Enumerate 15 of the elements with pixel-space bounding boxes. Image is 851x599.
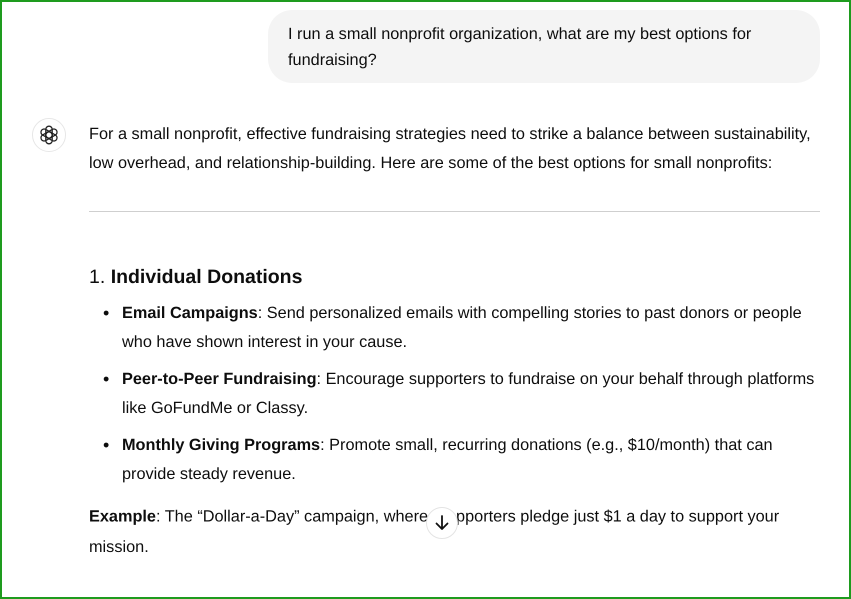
user-message-bubble: I run a small nonprofit organization, what are my best options for fundraising?: [268, 10, 820, 83]
bullet-marker: •: [103, 434, 110, 457]
scroll-down-button[interactable]: [426, 507, 458, 539]
response-paragraph: For a small nonprofit, effective fundraising strategies need to strike a balance between sustainability, low overhead, and relationship-building. Here are some of the best options for small nonprofits:: [89, 124, 812, 174]
bullet-item: Monthly Giving Programs: Promote small, recurring donations (e.g., $10/month) that can provide steady revenue.: [122, 435, 774, 485]
bullet-marker: •: [103, 302, 110, 325]
example-text: pporters pledge just $1 a day to support your: [456, 507, 780, 526]
section-heading: 1. Individual Donations: [89, 265, 304, 290]
example-text: Example: The “Dollar-a-Day” campaign, where: [89, 507, 428, 526]
arrow-down-icon: [435, 515, 450, 531]
bullet-item: Email Campaigns: Send personalized emails with compelling stories to past donors or people who have shown interest in your cause.: [122, 303, 803, 353]
knot-icon: [32, 118, 66, 152]
bullet-item: Peer-to-Peer Fundraising: Encourage supporters to fundraise on your behalf through platforms like GoFundMe or Classy.: [122, 369, 816, 419]
bullet-marker: •: [103, 368, 110, 391]
example-text: mission.: [89, 538, 149, 556]
